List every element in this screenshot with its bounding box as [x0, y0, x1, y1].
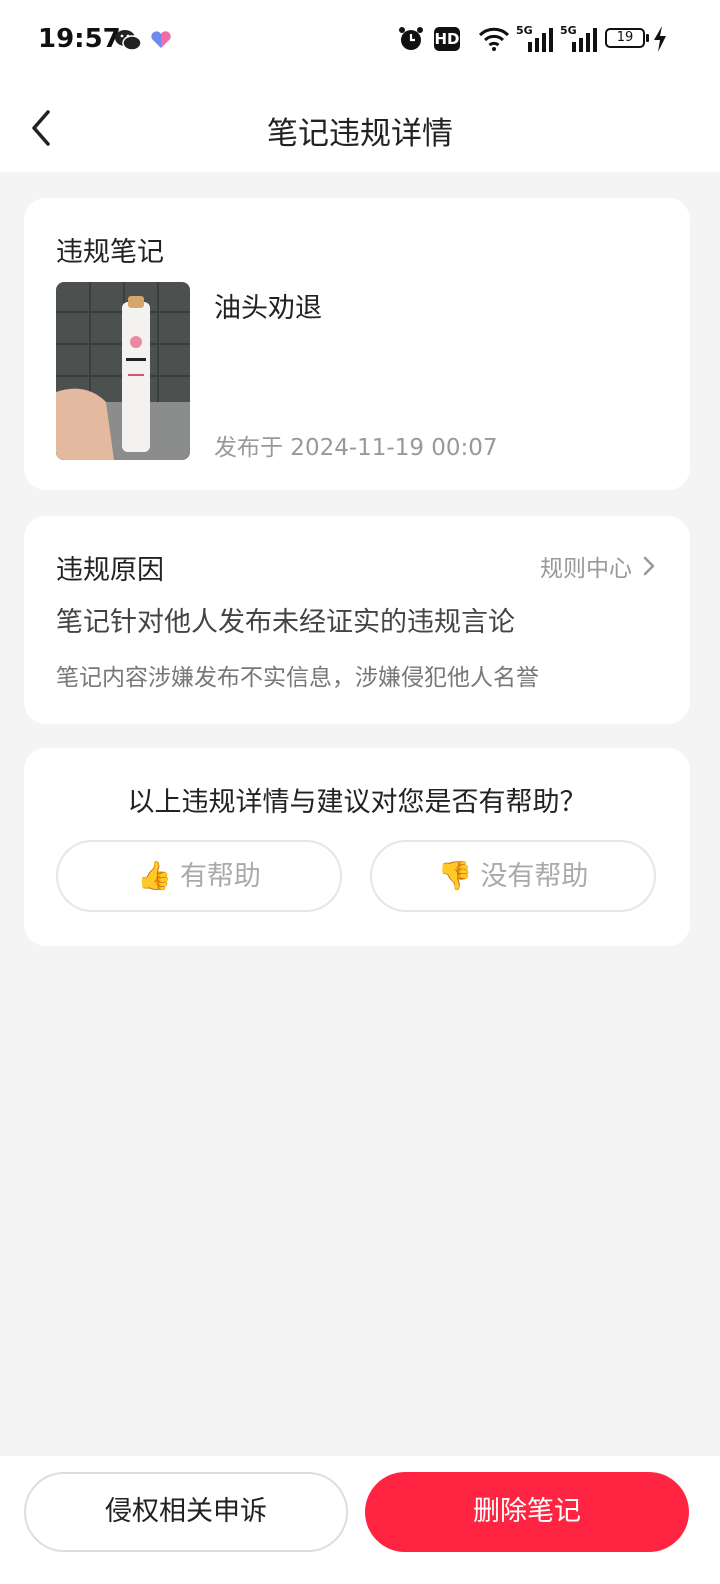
bottom-action-bar: 侵权相关申诉 删除笔记 [0, 1456, 720, 1584]
thumbs-down-icon: 👎 [437, 859, 473, 892]
violation-reason: 笔记针对他人发布未经证实的违规言论 [56, 607, 515, 638]
page-title: 笔记违规详情 [267, 116, 453, 152]
rules-center-link[interactable]: 规则中心 [540, 550, 658, 582]
battery-icon: 19 [605, 28, 645, 48]
violating-note-card: 违规笔记 油头劝退 发布于 2024-11-19 00:07 [24, 198, 690, 490]
thumbs-up-icon: 👍 [137, 859, 172, 892]
delete-note-button[interactable]: 删除笔记 [365, 1472, 689, 1552]
helpful-button[interactable]: 👍 有帮助 [56, 840, 342, 912]
feedback-question: 以上违规详情与建议对您是否有帮助？ [127, 787, 587, 818]
wechat-icon [115, 30, 142, 51]
signal-icon: 5G [516, 24, 554, 52]
status-bar: 19:57 HD 5G 5G 19 [0, 0, 720, 80]
violation-reason-card: 违规原因 规则中心 笔记针对他人发布未经证实的违规言论 笔记内容涉嫌发布不实信息… [24, 516, 690, 724]
section-title: 违规笔记 [56, 237, 164, 268]
nav-bar: 笔记违规详情 [0, 80, 720, 172]
section-title: 违规原因 [56, 555, 164, 586]
status-time: 19:57 [38, 24, 121, 54]
charging-icon [654, 26, 666, 52]
signal-icon: 5G [560, 24, 598, 52]
not-helpful-button[interactable]: 👎 没有帮助 [370, 840, 656, 912]
battery-tip [646, 34, 649, 42]
chevron-right-icon [643, 556, 655, 576]
heart-icon [151, 31, 171, 48]
note-title[interactable]: 油头劝退 [214, 286, 322, 325]
note-publish-date: 发布于 2024-11-19 00:07 [214, 435, 498, 461]
feedback-card: 以上违规详情与建议对您是否有帮助？ 👍 有帮助 👎 没有帮助 [24, 748, 690, 946]
helpful-label: 有帮助 [179, 861, 261, 892]
violation-detail: 笔记内容涉嫌发布不实信息，涉嫌侵犯他人名誉 [56, 665, 539, 691]
appeal-button[interactable]: 侵权相关申诉 [24, 1472, 348, 1552]
battery-level: 19 [616, 30, 634, 45]
hd-icon: HD [434, 27, 460, 51]
not-helpful-label: 没有帮助 [480, 861, 589, 892]
note-thumbnail[interactable] [56, 282, 190, 460]
note-thumbnail-image [56, 282, 190, 460]
rules-center-label: 规则中心 [540, 556, 632, 582]
wifi-icon [478, 27, 510, 51]
alarm-icon [399, 27, 423, 50]
hd-label: HD [434, 30, 460, 48]
